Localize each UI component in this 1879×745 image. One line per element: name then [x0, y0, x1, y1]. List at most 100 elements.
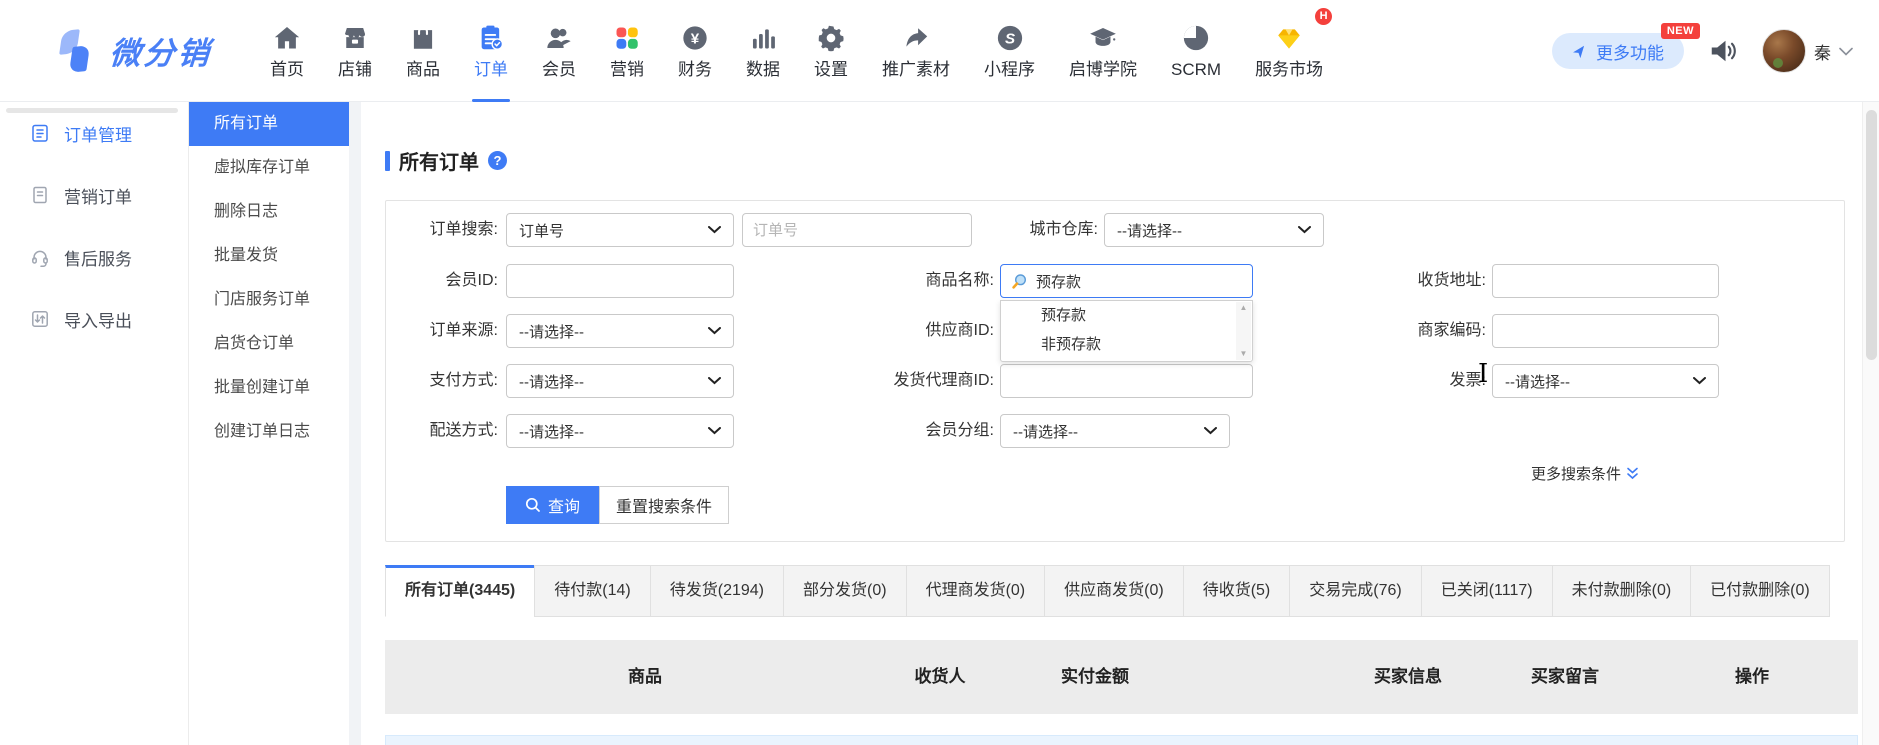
dropdown-scrollbar[interactable]: ▲▼ — [1236, 302, 1251, 360]
nav-item-orders[interactable]: 订单 — [474, 0, 508, 102]
sidebar-item-after-sales[interactable]: 售后服务 — [0, 226, 188, 288]
submenu-item-virtual-stock-orders[interactable]: 虚拟库存订单 — [189, 146, 349, 190]
tab-pending-shipment[interactable]: 待发货(2194) — [650, 565, 784, 617]
page-scrollbar[interactable] — [1862, 102, 1879, 745]
page-title: 所有订单 — [399, 146, 479, 175]
tab-pending-payment[interactable]: 待付款(14) — [534, 565, 650, 617]
tab-closed[interactable]: 已关闭(1117) — [1421, 565, 1553, 617]
sidebar-scrollbar[interactable] — [6, 108, 178, 113]
form-buttons: 查询 重置搜索条件 — [506, 486, 729, 524]
marketing-dots-icon — [612, 23, 642, 53]
speaker-icon[interactable] — [1708, 36, 1738, 66]
order-search-label: 订单搜索: — [386, 213, 498, 247]
tab-partial-shipment[interactable]: 部分发货(0) — [783, 565, 907, 617]
reset-search-button[interactable]: 重置搜索条件 — [599, 486, 729, 524]
nav-item-promo[interactable]: 推广素材 — [882, 0, 950, 102]
invoice-value: --请选择-- — [1505, 371, 1570, 392]
tab-unpaid-deleted[interactable]: 未付款删除(0) — [1552, 565, 1692, 617]
page-title-row: 所有订单 ? — [385, 146, 507, 175]
headset-icon — [30, 247, 50, 267]
share-arrow-icon — [901, 23, 931, 53]
search-button-label: 查询 — [548, 493, 580, 517]
tab-completed[interactable]: 交易完成(76) — [1289, 565, 1421, 617]
member-id-input[interactable] — [506, 264, 734, 298]
submenu-item-store-service-orders[interactable]: 门店服务订单 — [189, 278, 349, 322]
order-clipboard-icon — [476, 23, 506, 53]
nav-item-scrm[interactable]: SCRM — [1171, 0, 1221, 102]
order-number-input[interactable] — [742, 213, 972, 247]
nav-item-service-market[interactable]: H 服务市场 — [1255, 0, 1323, 102]
nav-item-finance[interactable]: ¥ 财务 — [678, 0, 712, 102]
order-search-type-select[interactable]: 订单号 — [506, 213, 734, 247]
receive-address-input[interactable] — [1492, 264, 1719, 298]
form-row-2: 会员ID: 商品名称: 预存款 收货地址: — [386, 264, 1844, 298]
search-button[interactable]: 查询 — [506, 486, 599, 524]
delivery-agent-id-input[interactable] — [1000, 364, 1253, 398]
product-name-value: 预存款 — [1036, 271, 1081, 292]
submenu-item-create-order-log[interactable]: 创建订单日志 — [189, 410, 349, 454]
submenu-item-qihuo-warehouse-orders[interactable]: 启货仓订单 — [189, 322, 349, 366]
logo[interactable]: 微分销 — [58, 28, 258, 74]
product-name-input[interactable]: 预存款 — [1000, 264, 1253, 298]
sidebar-content-gap — [349, 102, 361, 745]
member-group-label: 会员分组: — [864, 414, 994, 448]
tab-agent-shipment[interactable]: 代理商发货(0) — [906, 565, 1046, 617]
submenu-item-batch-ship[interactable]: 批量发货 — [189, 234, 349, 278]
delivery-method-select[interactable]: --请选择-- — [506, 414, 734, 448]
nav-item-settings[interactable]: 设置 — [814, 0, 848, 102]
pay-method-select[interactable]: --请选择-- — [506, 364, 734, 398]
nav-item-academy[interactable]: 启博学院 — [1069, 0, 1137, 102]
more-features-button[interactable]: 更多功能 NEW — [1552, 33, 1684, 69]
submenu-item-all-orders[interactable]: 所有订单 — [189, 102, 349, 146]
nav-right: 更多功能 NEW 秦 — [1552, 0, 1853, 102]
receive-address-input-wrap — [1492, 264, 1719, 298]
more-search-conditions-link[interactable]: 更多搜索条件 — [1531, 463, 1639, 484]
help-icon[interactable]: ? — [488, 151, 507, 170]
sidebar-item-marketing-orders[interactable]: 营销订单 — [0, 164, 188, 226]
dropdown-option[interactable]: 非预存款 — [1001, 330, 1252, 359]
tab-supplier-shipment[interactable]: 供应商发货(0) — [1044, 565, 1184, 617]
import-export-icon — [30, 309, 50, 329]
supplier-id-label: 供应商ID: — [864, 314, 994, 348]
tab-all-orders[interactable]: 所有订单(3445) — [385, 565, 535, 617]
order-source-select[interactable]: --请选择-- — [506, 314, 734, 348]
nav-item-data[interactable]: 数据 — [746, 0, 780, 102]
member-group-select[interactable]: --请选择-- — [1000, 414, 1230, 448]
nav-item-shop[interactable]: 店铺 — [338, 0, 372, 102]
chevron-down-icon — [1298, 226, 1311, 234]
nav-item-goods[interactable]: 商品 — [406, 0, 440, 102]
sidebar-item-import-export[interactable]: 导入导出 — [0, 288, 188, 350]
submenu-item-batch-create-orders[interactable]: 批量创建订单 — [189, 366, 349, 410]
column-product: 商品 — [628, 640, 662, 714]
nav-label: 服务市场 — [1255, 61, 1323, 78]
nav-label: 会员 — [542, 61, 576, 78]
submenu-item-delete-log[interactable]: 删除日志 — [189, 190, 349, 234]
invoice-select[interactable]: --请选择-- — [1492, 364, 1719, 398]
tab-paid-deleted[interactable]: 已付款删除(0) — [1690, 565, 1830, 617]
magnifier-icon — [1011, 273, 1028, 290]
user-menu[interactable]: 秦 — [1762, 29, 1853, 73]
form-row-1: 订单搜索: 订单号 城市仓库: --请选择-- — [386, 213, 1844, 247]
tab-pending-receipt[interactable]: 待收货(5) — [1183, 565, 1291, 617]
nav-item-home[interactable]: 首页 — [270, 0, 304, 102]
gem-icon — [1274, 23, 1304, 53]
nav-item-miniprogram[interactable]: S 小程序 — [984, 0, 1035, 102]
nav-label: 设置 — [814, 61, 848, 78]
shop-icon — [340, 23, 370, 53]
logo-text: 微分销 — [108, 28, 213, 73]
merchant-code-input[interactable] — [1492, 314, 1719, 348]
nav-item-marketing[interactable]: 营销 — [610, 0, 644, 102]
invoice-label: 发票: — [1356, 364, 1486, 398]
order-number-input-wrap — [742, 213, 972, 247]
city-warehouse-select[interactable]: --请选择-- — [1104, 213, 1324, 247]
delivery-agent-id-input-wrap — [1000, 364, 1253, 398]
orders-table-header: 商品 收货人 实付金额 买家信息 买家留言 操作 — [385, 640, 1858, 714]
chevron-down-icon — [1839, 47, 1853, 56]
avatar — [1762, 29, 1806, 73]
nav-label: SCRM — [1171, 61, 1221, 78]
member-group-value: --请选择-- — [1013, 421, 1078, 442]
dropdown-option[interactable]: 预存款 — [1001, 301, 1252, 330]
nav-item-members[interactable]: 会员 — [542, 0, 576, 102]
chevron-down-icon — [1204, 427, 1217, 435]
page-scrollbar-thumb[interactable] — [1866, 110, 1877, 360]
